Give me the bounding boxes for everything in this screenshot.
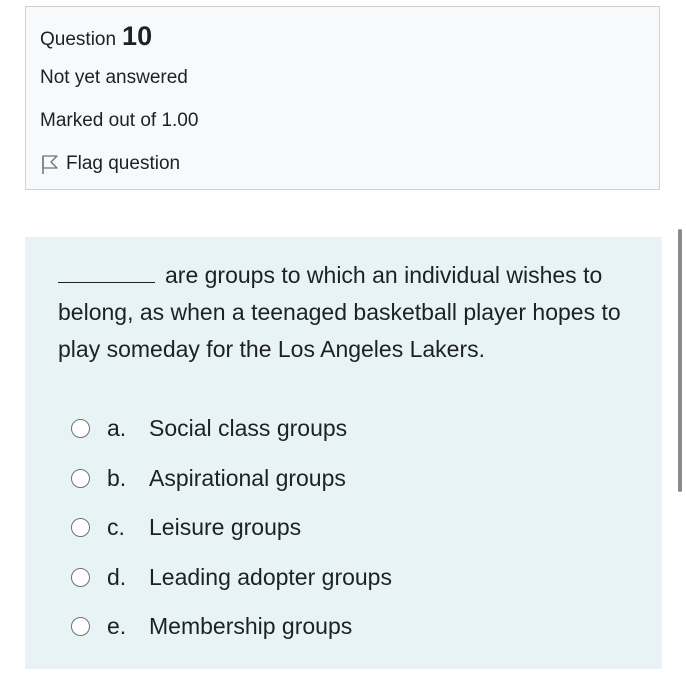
vertical-scrollbar[interactable] — [678, 229, 682, 492]
option-label: Aspirational groups — [149, 464, 346, 491]
question-grade: Marked out of 1.00 — [40, 110, 199, 131]
question-state: Not yet answered — [40, 67, 188, 88]
flag-question-link[interactable]: Flag question — [40, 153, 180, 175]
option-letter: c. — [107, 514, 125, 541]
answer-option-c[interactable]: c. Leisure groups — [69, 503, 629, 553]
option-label: Membership groups — [149, 613, 353, 640]
option-letter: a. — [107, 415, 127, 442]
radio-button[interactable] — [71, 419, 90, 439]
option-letter: b. — [107, 464, 127, 491]
radio-button[interactable] — [71, 567, 90, 587]
option-label: Leisure groups — [149, 514, 302, 541]
answer-options: a. Social class groups b. Aspirational g… — [69, 404, 629, 652]
radio-button[interactable] — [71, 468, 90, 488]
question-number: 10 — [122, 21, 153, 51]
radio-button[interactable] — [71, 617, 90, 637]
question-heading: Question 10 — [40, 21, 152, 52]
answer-option-a[interactable]: a. Social class groups — [69, 404, 629, 454]
question-content-panel: are groups to which an individual wishes… — [25, 237, 662, 669]
answer-option-b[interactable]: b. Aspirational groups — [69, 454, 629, 504]
answer-option-e[interactable]: e. Membership groups — [69, 602, 629, 652]
question-info-panel: Question 10 Not yet answered Marked out o… — [25, 6, 660, 190]
option-letter: d. — [107, 563, 127, 590]
question-label: Question — [40, 29, 117, 50]
option-label: Social class groups — [149, 415, 348, 442]
option-label: Leading adopter groups — [149, 563, 392, 590]
question-text: are groups to which an individual wishes… — [58, 257, 638, 368]
radio-button[interactable] — [71, 518, 90, 538]
option-letter: e. — [107, 613, 127, 640]
fill-in-blank — [58, 265, 155, 283]
flag-icon — [40, 153, 60, 175]
flag-question-label: Flag question — [66, 153, 181, 174]
answer-option-d[interactable]: d. Leading adopter groups — [69, 553, 629, 603]
